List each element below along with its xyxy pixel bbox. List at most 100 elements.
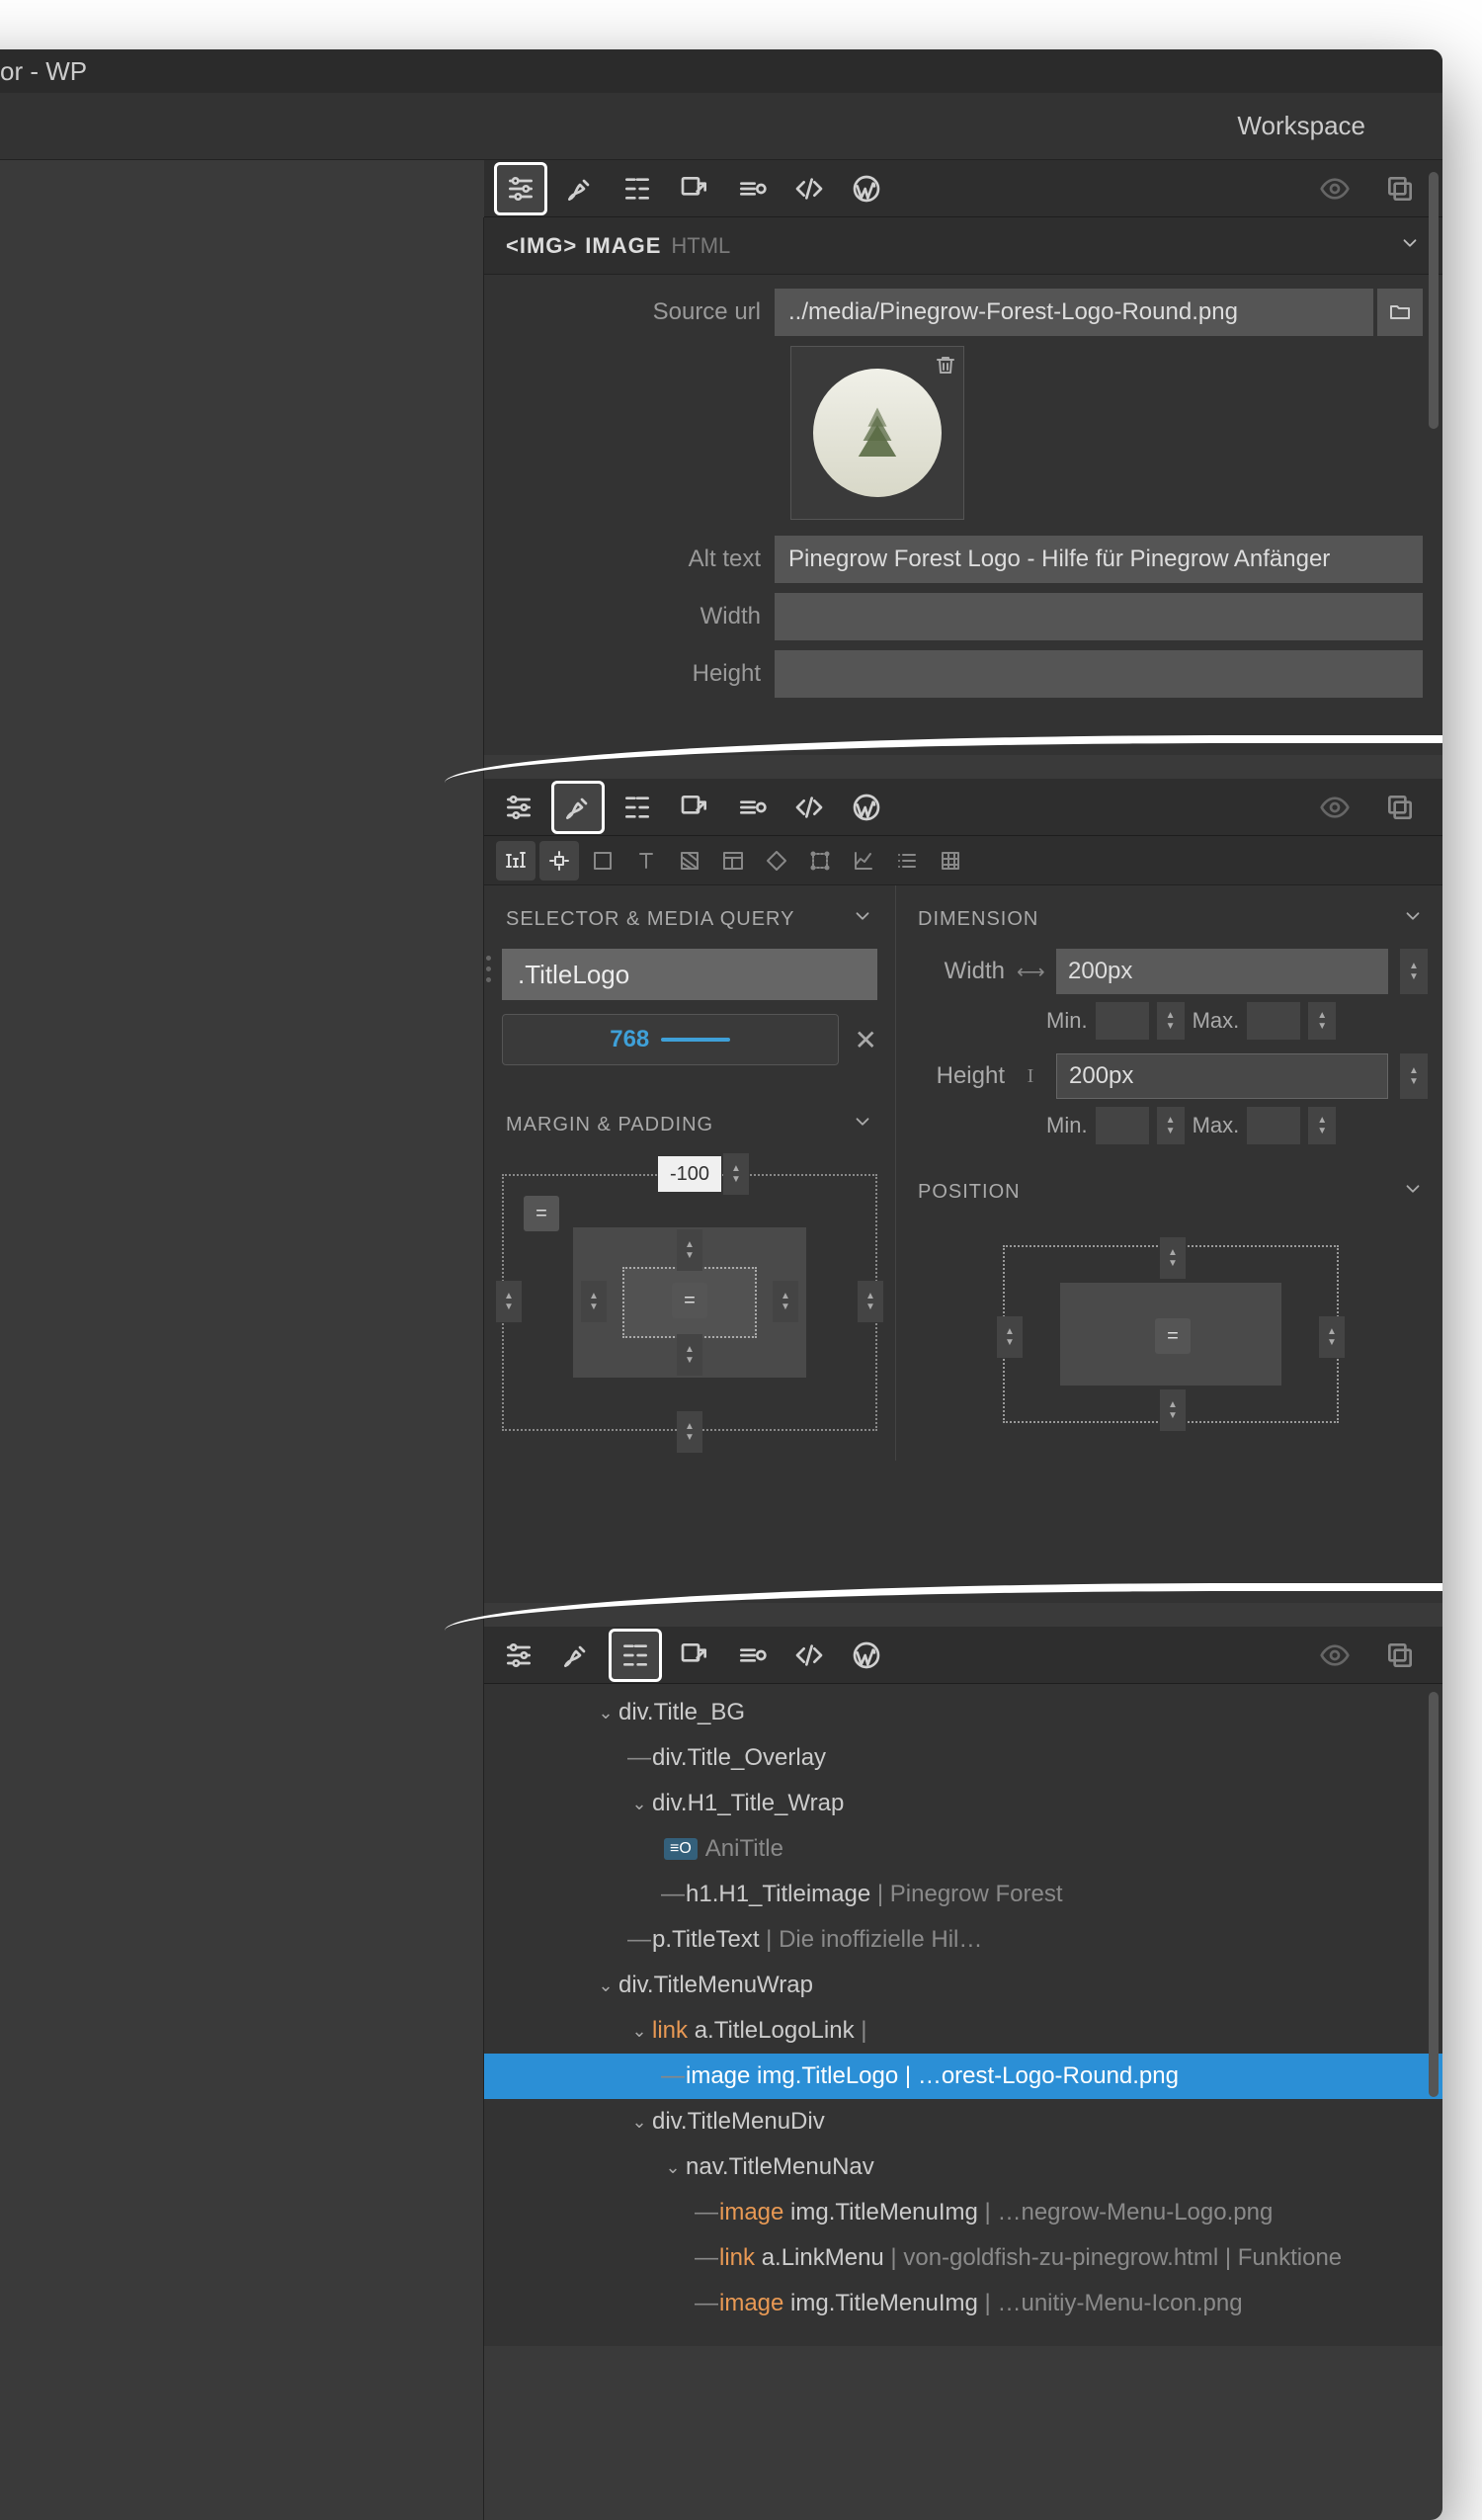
spacing-category-icon[interactable] bbox=[539, 841, 579, 881]
style-scrollbar[interactable] bbox=[1429, 172, 1439, 429]
chevron-down-icon[interactable] bbox=[852, 1111, 873, 1138]
help-icon[interactable] bbox=[1140, 103, 1168, 149]
tree-row[interactable]: — image img.TitleMenuImg | …negrow-Menu-… bbox=[484, 2190, 1442, 2235]
height-value-input[interactable] bbox=[1056, 1053, 1388, 1099]
height-max-spinner[interactable]: ▲▼ bbox=[1308, 1107, 1336, 1144]
attributes-tab-icon[interactable] bbox=[727, 787, 777, 828]
tree-row[interactable]: ⌄ div.TitleMenuDiv bbox=[484, 2099, 1442, 2144]
width-max-spinner[interactable]: ▲▼ bbox=[1308, 1002, 1336, 1040]
tree-row[interactable]: — p.TitleText | Die inoffizielle Hil… bbox=[484, 1917, 1442, 1963]
selector-input[interactable] bbox=[502, 949, 877, 1000]
actions-tab-icon[interactable] bbox=[670, 1635, 719, 1676]
chevron-down-icon[interactable]: ⌄ bbox=[660, 2157, 686, 2178]
text-category-icon[interactable] bbox=[626, 841, 666, 881]
wordpress-tab-icon[interactable] bbox=[842, 168, 891, 210]
transform-category-icon[interactable] bbox=[800, 841, 840, 881]
pos-top-spinner[interactable]: ▲▼ bbox=[1160, 1237, 1186, 1279]
pos-left-spinner[interactable]: ▲▼ bbox=[997, 1316, 1023, 1358]
margin-bottom-spinner[interactable]: ▲▼ bbox=[677, 1411, 702, 1453]
code-tab-icon[interactable] bbox=[784, 787, 834, 828]
tree-tab-icon[interactable] bbox=[613, 168, 662, 210]
tree-row[interactable]: — link a.LinkMenu | von-goldfish-zu-pine… bbox=[484, 2235, 1442, 2281]
attributes-tab-icon[interactable] bbox=[727, 168, 777, 210]
link-padding-icon[interactable]: = bbox=[672, 1283, 707, 1318]
height-min-input[interactable] bbox=[1096, 1107, 1149, 1144]
margin-left-spinner[interactable]: ▲▼ bbox=[496, 1281, 522, 1322]
wordpress-tab-icon[interactable] bbox=[842, 1635, 891, 1676]
columns-category-icon[interactable] bbox=[713, 841, 753, 881]
chevron-down-icon[interactable] bbox=[852, 905, 873, 933]
tree-row[interactable]: — image img.TitleMenuImg | …unitiy-Menu-… bbox=[484, 2281, 1442, 2326]
link-position-icon[interactable]: = bbox=[1155, 1318, 1191, 1354]
width-input[interactable] bbox=[775, 593, 1423, 640]
margin-top-spinner[interactable]: ▲▼ bbox=[723, 1153, 749, 1195]
workspace-button[interactable]: Workspace bbox=[1219, 103, 1383, 149]
styles-tab-icon[interactable] bbox=[551, 781, 605, 834]
chart-category-icon[interactable] bbox=[844, 841, 883, 881]
source-url-input[interactable] bbox=[775, 289, 1373, 336]
width-min-spinner[interactable]: ▲▼ bbox=[1157, 1002, 1185, 1040]
chevron-down-icon[interactable] bbox=[1402, 905, 1424, 933]
properties-tab-icon[interactable] bbox=[494, 162, 547, 215]
pos-bottom-spinner[interactable]: ▲▼ bbox=[1160, 1389, 1186, 1431]
height-spinner[interactable]: ▲▼ bbox=[1400, 1053, 1428, 1099]
element-section-header[interactable]: <IMG> IMAGE HTML bbox=[484, 217, 1442, 275]
box-category-icon[interactable] bbox=[583, 841, 622, 881]
tree-row[interactable]: — h1.H1_Titleimage | Pinegrow Forest bbox=[484, 1872, 1442, 1917]
wordpress-tab-icon[interactable] bbox=[842, 787, 891, 828]
margin-top-input[interactable]: -100 bbox=[658, 1156, 721, 1192]
tree-row-selected[interactable]: — image img.TitleLogo | …orest-Logo-Roun… bbox=[484, 2054, 1442, 2099]
popout-icon[interactable] bbox=[1375, 168, 1425, 210]
tree-row[interactable]: ⌄ div.Title_BG bbox=[484, 1690, 1442, 1735]
attributes-tab-icon[interactable] bbox=[727, 1635, 777, 1676]
tree-row[interactable]: ⌄ nav.TitleMenuNav bbox=[484, 2144, 1442, 2190]
tree-row[interactable]: ⌄ div.H1_Title_Wrap bbox=[484, 1781, 1442, 1826]
width-spinner[interactable]: ▲▼ bbox=[1400, 949, 1428, 994]
list-category-icon[interactable] bbox=[887, 841, 927, 881]
panel-resize-handle[interactable] bbox=[484, 899, 494, 1038]
layout-category-icon[interactable] bbox=[496, 841, 535, 881]
padding-bottom-spinner[interactable]: ▲▼ bbox=[677, 1334, 702, 1376]
tree-tab-icon[interactable] bbox=[613, 787, 662, 828]
chevron-down-icon[interactable]: ⌄ bbox=[626, 2021, 652, 2042]
clear-media-query-icon[interactable]: ✕ bbox=[855, 1024, 877, 1056]
padding-right-spinner[interactable]: ▲▼ bbox=[773, 1281, 798, 1322]
chevron-down-icon[interactable]: ⌄ bbox=[626, 2112, 652, 2133]
tree-scrollbar[interactable] bbox=[1429, 1692, 1439, 2097]
background-category-icon[interactable] bbox=[670, 841, 709, 881]
width-min-input[interactable] bbox=[1096, 1002, 1149, 1040]
styles-tab-icon[interactable] bbox=[555, 168, 605, 210]
link-margin-icon[interactable]: = bbox=[524, 1196, 559, 1231]
padding-top-spinner[interactable]: ▲▼ bbox=[677, 1229, 702, 1271]
chevron-down-icon[interactable] bbox=[1402, 1178, 1424, 1206]
grid-category-icon[interactable] bbox=[931, 841, 970, 881]
border-category-icon[interactable] bbox=[757, 841, 796, 881]
tree-row[interactable]: ⌄ div.TitleMenuWrap bbox=[484, 1963, 1442, 2008]
popout-icon[interactable] bbox=[1375, 1635, 1425, 1676]
trash-icon[interactable] bbox=[934, 353, 957, 381]
margin-right-spinner[interactable]: ▲▼ bbox=[858, 1281, 883, 1322]
width-max-input[interactable] bbox=[1247, 1002, 1300, 1040]
pos-right-spinner[interactable]: ▲▼ bbox=[1319, 1316, 1345, 1358]
browse-folder-icon[interactable] bbox=[1377, 289, 1423, 336]
visibility-icon[interactable] bbox=[1310, 787, 1359, 828]
chevron-down-icon[interactable]: ⌄ bbox=[593, 1703, 618, 1723]
media-query-pill[interactable]: 768 bbox=[502, 1014, 839, 1065]
width-value-input[interactable] bbox=[1056, 949, 1388, 994]
tree-tab-icon[interactable] bbox=[609, 1629, 662, 1682]
code-tab-icon[interactable] bbox=[784, 168, 834, 210]
properties-tab-icon[interactable] bbox=[494, 1635, 543, 1676]
visibility-icon[interactable] bbox=[1310, 168, 1359, 210]
actions-tab-icon[interactable] bbox=[670, 787, 719, 828]
actions-tab-icon[interactable] bbox=[670, 168, 719, 210]
height-input[interactable] bbox=[775, 650, 1423, 698]
chevron-down-icon[interactable]: ⌄ bbox=[593, 1975, 618, 1996]
alt-text-input[interactable] bbox=[775, 536, 1423, 583]
popout-icon[interactable] bbox=[1375, 787, 1425, 828]
code-tab-icon[interactable] bbox=[784, 1635, 834, 1676]
tree-row[interactable]: ⌄ link a.TitleLogoLink | bbox=[484, 2008, 1442, 2054]
coffee-icon[interactable] bbox=[1395, 103, 1423, 149]
styles-tab-icon[interactable] bbox=[551, 1635, 601, 1676]
visibility-icon[interactable] bbox=[1310, 1635, 1359, 1676]
tree-row[interactable]: ≡O AniTitle bbox=[484, 1826, 1442, 1872]
